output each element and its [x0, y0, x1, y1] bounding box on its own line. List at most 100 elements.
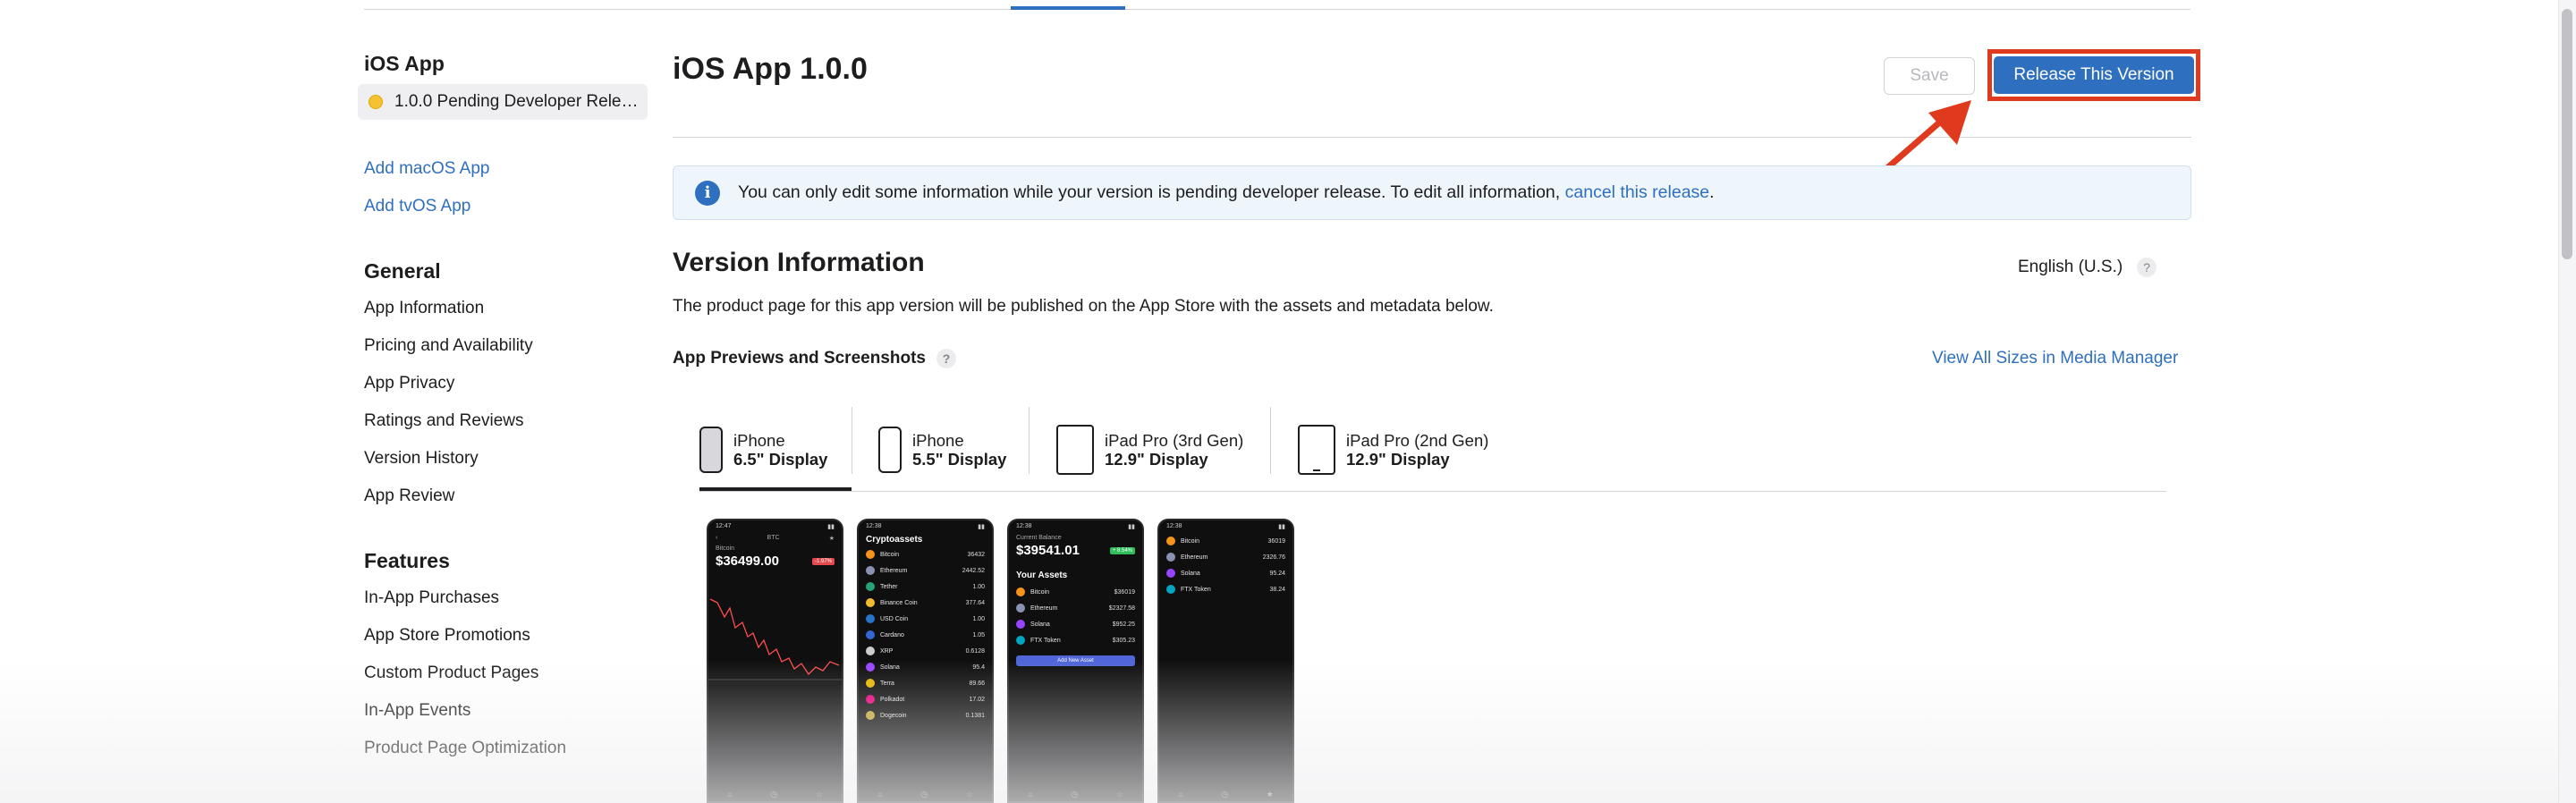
language-label: English (U.S.)	[2018, 258, 2123, 276]
coin-icon	[1166, 569, 1175, 578]
coin-icon	[866, 663, 875, 672]
sidebar-section-features: Features	[364, 549, 450, 572]
list-item: Solana $952.25	[1009, 616, 1142, 632]
info-banner: i You can only edit some information whi…	[673, 165, 2191, 220]
tab-label-line1: iPad Pro (3rd Gen)	[1105, 430, 1244, 450]
tab-iphone-6-5[interactable]: iPhone 6.5" Display	[699, 407, 827, 492]
iphone-small-icon	[878, 426, 902, 473]
coin-pair: BTC	[767, 535, 780, 541]
tab-label-line2: 12.9" Display	[1105, 449, 1208, 469]
balance-change: + 8.54%	[1109, 546, 1135, 554]
assets-title: Your Assets	[1016, 571, 1068, 580]
home-icon: ⌂	[877, 790, 883, 799]
balance-label: Current Balance	[1016, 535, 1062, 541]
screenshot-thumbnail-2[interactable]: 12:38 ▮▮ Cryptoassets Bitcoin 36432 Ethere…	[857, 519, 994, 803]
coin-icon	[866, 582, 875, 591]
home-icon: ⌂	[1178, 790, 1183, 799]
release-this-version-button[interactable]: Release This Version	[1994, 56, 2194, 94]
coin-icon	[866, 566, 875, 575]
status-time: 12:38	[1016, 523, 1032, 529]
list-item: FTX Token 38.24	[1159, 581, 1292, 597]
info-icon: i	[695, 180, 720, 206]
balance-value: $39541.01	[1016, 543, 1080, 558]
add-tvos-app-link[interactable]: Add tvOS App	[364, 197, 470, 216]
save-button[interactable]: Save	[1884, 57, 1975, 95]
coin-icon	[866, 647, 875, 655]
help-icon[interactable]: ?	[2137, 258, 2157, 277]
tab-label-line1: iPhone	[733, 430, 785, 450]
list-item: Bitcoin 36432	[859, 546, 992, 562]
coin-price: $36499.00	[716, 554, 779, 569]
sidebar-item-app-review[interactable]: App Review	[364, 486, 454, 506]
coin-icon	[866, 630, 875, 639]
tab-label-line2: 5.5" Display	[912, 449, 1007, 469]
cancel-release-link[interactable]: cancel this release	[1565, 182, 1710, 202]
tab-iphone-5-5[interactable]: iPhone 5.5" Display	[878, 407, 1006, 492]
scrollbar-thumb[interactable]	[2562, 9, 2572, 259]
tab-ipad-pro-3rd-gen[interactable]: iPad Pro (3rd Gen) 12.9" Display	[1056, 407, 1243, 492]
help-icon[interactable]: ?	[936, 349, 956, 368]
back-icon: ‹	[716, 535, 718, 541]
previews-label: App Previews and Screenshots	[673, 349, 926, 368]
star-icon: ★	[828, 536, 835, 542]
language-selector[interactable]: English (U.S.) ?	[2018, 258, 2157, 277]
sidebar-item-app-information[interactable]: App Information	[364, 299, 484, 318]
screenshot-thumbnail-4[interactable]: 12:38 ▮▮ Bitcoin 36019 Ethereum 2326.76 Sol…	[1157, 519, 1294, 803]
star-icon: ☆	[815, 789, 823, 799]
info-banner-text: You can only edit some information while…	[738, 182, 1715, 202]
sidebar-app-title: iOS App	[364, 52, 445, 75]
page-title: iOS App 1.0.0	[673, 52, 868, 86]
version-information-heading: Version Information	[673, 248, 925, 277]
previews-heading: App Previews and Screenshots ?	[673, 349, 956, 368]
list-item: Tether 1.00	[859, 579, 992, 595]
tab-separator	[1270, 407, 1271, 474]
page-scrollbar[interactable]	[2558, 0, 2576, 803]
coin-icon	[866, 614, 875, 623]
list-item: Binance Coin 377.64	[859, 595, 992, 611]
screenshot-thumbnail-1[interactable]: 12:47 ▮▮ ‹ BTC ★ Bitcoin $36499.00 -1.97% ⌂…	[707, 519, 843, 803]
price-change: -1.97%	[811, 557, 835, 565]
status-time: 12:47	[716, 523, 732, 529]
tab-label-line1: iPhone	[912, 430, 964, 450]
view-all-sizes-link[interactable]: View All Sizes in Media Manager	[1932, 349, 2178, 368]
coin-icon	[866, 711, 875, 720]
sidebar-item-in-app-events[interactable]: In-App Events	[364, 701, 470, 721]
sidebar-item-custom-product-pages[interactable]: Custom Product Pages	[364, 664, 538, 683]
coin-icon	[866, 550, 875, 559]
sidebar-item-app-store-promotions[interactable]: App Store Promotions	[364, 626, 530, 646]
status-dot-icon	[369, 95, 383, 109]
star-icon: ☆	[1115, 789, 1123, 799]
list-item: Polkadot 17.02	[859, 691, 992, 707]
coin-icon	[1166, 585, 1175, 594]
list-item: Solana 95.24	[1159, 565, 1292, 581]
screenshot-thumbnail-3[interactable]: 12:38 ▮▮ Current Balance $39541.01 + 8.54…	[1007, 519, 1144, 803]
chart-icon: ◷	[920, 789, 928, 799]
sidebar-item-app-privacy[interactable]: App Privacy	[364, 374, 454, 393]
sidebar-item-pricing-availability[interactable]: Pricing and Availability	[364, 336, 533, 356]
coin-icon	[1016, 620, 1025, 629]
top-nav-active-indicator	[1011, 6, 1125, 10]
star-icon: ★	[1266, 789, 1274, 799]
sidebar-item-ratings-reviews[interactable]: Ratings and Reviews	[364, 411, 523, 431]
tab-ipad-pro-2nd-gen[interactable]: iPad Pro (2nd Gen) 12.9" Display	[1298, 407, 1488, 492]
sidebar-version-status[interactable]: 1.0.0 Pending Developer Release	[358, 84, 648, 120]
chart-icon: ◷	[1221, 789, 1229, 799]
list-item: Cardano 1.05	[859, 627, 992, 643]
list-item: XRP 0.6128	[859, 643, 992, 659]
price-line-chart	[708, 598, 842, 680]
coin-icon	[1016, 636, 1025, 645]
list-item: Ethereum 2442.52	[859, 562, 992, 579]
sidebar-item-in-app-purchases[interactable]: In-App Purchases	[364, 588, 499, 608]
sidebar-item-version-history[interactable]: Version History	[364, 449, 479, 469]
add-macos-app-link[interactable]: Add macOS App	[364, 159, 489, 179]
version-information-description: The product page for this app version wi…	[673, 297, 1494, 316]
list-item: Terra 89.66	[859, 675, 992, 691]
sidebar-item-product-page-optimization[interactable]: Product Page Optimization	[364, 739, 566, 758]
sidebar: iOS App 1.0.0 Pending Developer Release …	[358, 52, 648, 757]
active-tab-indicator	[699, 487, 852, 491]
status-time: 12:38	[866, 523, 882, 529]
list-item: USD Coin 1.00	[859, 611, 992, 627]
coin-icon	[1166, 537, 1175, 545]
add-asset-button: Add New Asset	[1016, 655, 1135, 666]
star-icon: ☆	[965, 789, 973, 799]
